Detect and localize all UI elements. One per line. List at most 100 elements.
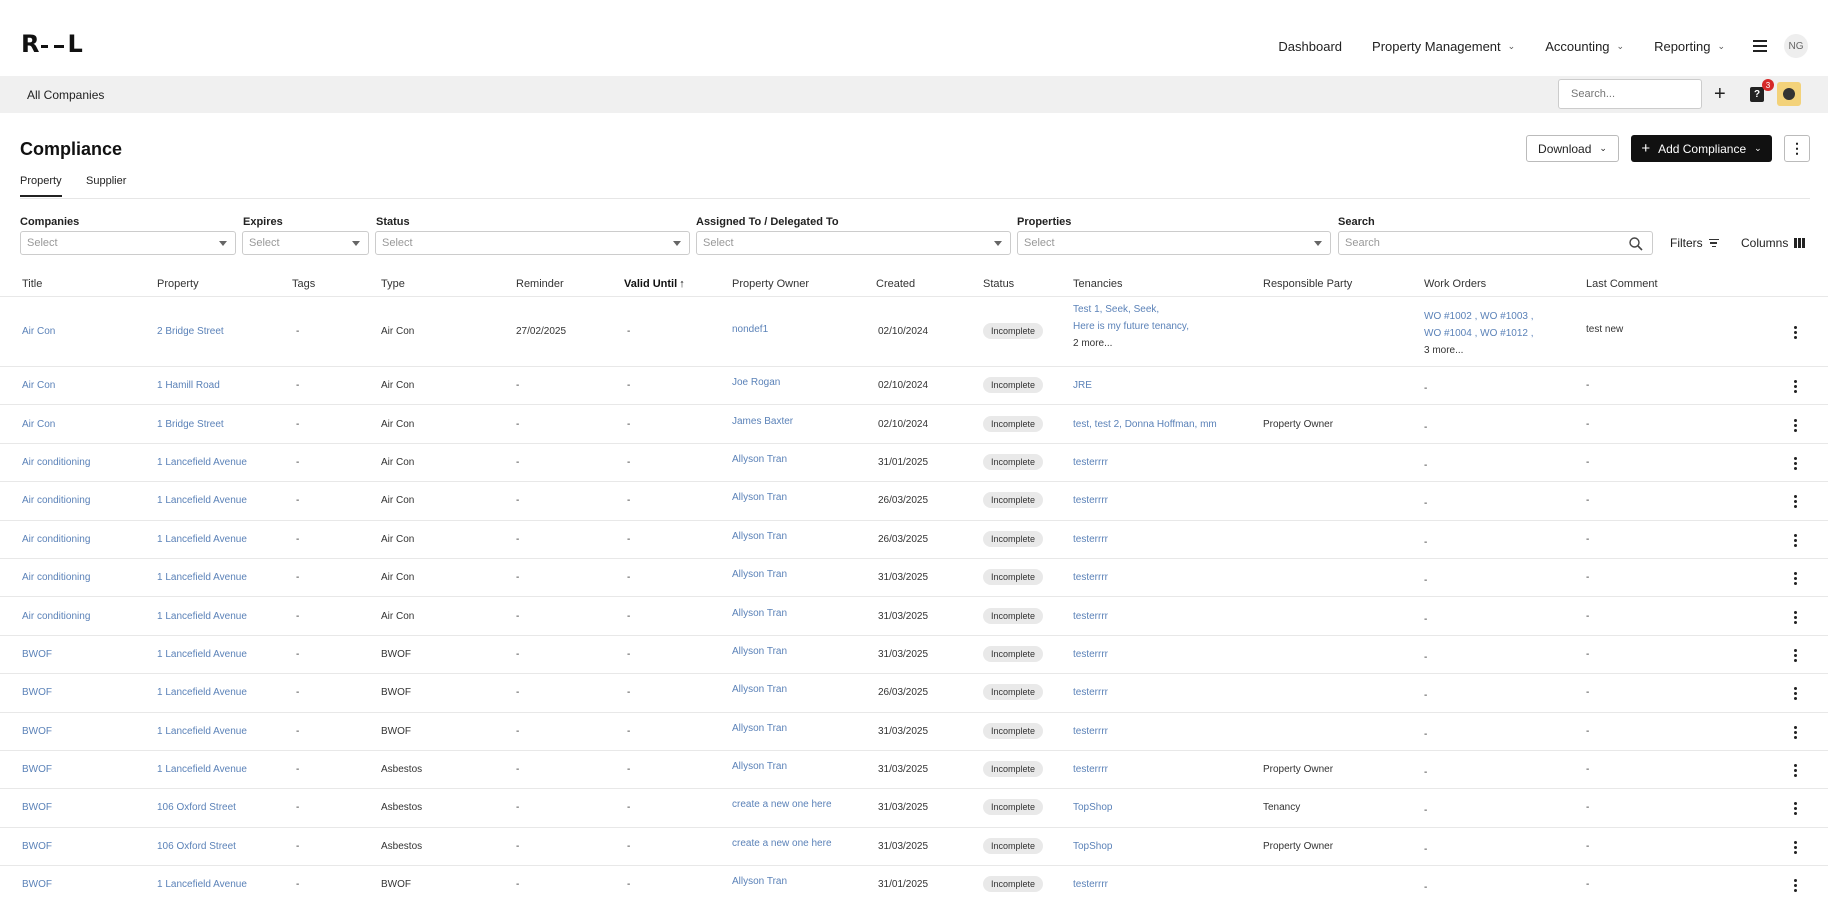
tenancy-link[interactable]: TopShop	[1073, 838, 1112, 855]
table-row[interactable]: Air conditioning 1 Lancefield Avenue - Air …	[0, 442, 1828, 481]
row-actions-kebab-icon[interactable]	[1794, 610, 1797, 624]
tenancy-link[interactable]: testerrrr	[1073, 531, 1108, 548]
cell-property[interactable]: 1 Bridge Street	[157, 419, 224, 430]
col-tags[interactable]: Tags	[292, 278, 315, 290]
row-actions-kebab-icon[interactable]	[1794, 533, 1797, 547]
tenancy-link[interactable]: testerrrr	[1073, 646, 1108, 663]
row-actions-kebab-icon[interactable]	[1794, 495, 1797, 509]
row-actions-kebab-icon[interactable]	[1794, 456, 1797, 470]
nav-reporting[interactable]: Reporting ⌄	[1654, 39, 1725, 54]
more-options-button[interactable]: ⋮	[1784, 135, 1810, 162]
global-search-input[interactable]	[1558, 79, 1702, 109]
col-tenancies[interactable]: Tenancies	[1073, 278, 1123, 290]
cell-title[interactable]: BWOF	[22, 726, 52, 737]
columns-button[interactable]: Columns	[1741, 236, 1805, 250]
cell-property-owner[interactable]: Allyson Tran	[732, 646, 787, 657]
tenancy-link[interactable]: testerrrr	[1073, 684, 1108, 701]
tenancy-link[interactable]: testerrrr	[1073, 876, 1108, 893]
cell-property[interactable]: 1 Lancefield Avenue	[157, 572, 247, 583]
work-order-link[interactable]: WO #1004 , WO #1012 ,	[1424, 325, 1534, 342]
col-valid-until[interactable]: Valid Until ↑	[624, 278, 685, 290]
col-responsible-party[interactable]: Responsible Party	[1263, 278, 1352, 290]
assigned-filter-select[interactable]: Select	[696, 231, 1011, 255]
tab-supplier[interactable]: Supplier	[86, 175, 126, 195]
tab-property[interactable]: Property	[20, 175, 62, 197]
cell-property[interactable]: 106 Oxford Street	[157, 802, 236, 813]
tenancy-link[interactable]: Test 1, Seek, Seek,	[1073, 301, 1189, 318]
table-row[interactable]: BWOF 1 Lancefield Avenue - BWOF - - 31/03/2025…	[0, 711, 1828, 750]
cell-title[interactable]: BWOF	[22, 841, 52, 852]
user-avatar[interactable]: NG	[1784, 34, 1808, 58]
cell-title[interactable]: Air conditioning	[22, 457, 90, 468]
tenancy-link[interactable]: testerrrr	[1073, 569, 1108, 586]
col-created[interactable]: Created	[876, 278, 915, 290]
cell-property-owner[interactable]: create a new one here	[732, 799, 832, 810]
row-actions-kebab-icon[interactable]	[1794, 725, 1797, 739]
row-actions-kebab-icon[interactable]	[1794, 380, 1797, 394]
filters-button[interactable]: Filters	[1670, 236, 1719, 250]
row-actions-kebab-icon[interactable]	[1794, 326, 1797, 339]
cell-property-owner[interactable]: Allyson Tran	[732, 761, 787, 772]
table-row[interactable]: BWOF 106 Oxford Street - Asbestos - - 31/03/20…	[0, 788, 1828, 826]
tenancy-link[interactable]: testerrrr	[1073, 454, 1108, 471]
cell-property-owner[interactable]: nondef1	[732, 324, 768, 335]
help-icon[interactable]: ?	[1750, 87, 1764, 102]
cell-property[interactable]: 1 Lancefield Avenue	[157, 726, 247, 737]
nav-property-management[interactable]: Property Management ⌄	[1372, 39, 1515, 54]
row-actions-kebab-icon[interactable]	[1794, 764, 1797, 778]
table-row[interactable]: BWOF 1 Lancefield Avenue - BWOF - - 26/03/2025…	[0, 673, 1828, 711]
cell-title[interactable]: BWOF	[22, 687, 52, 698]
cell-title[interactable]: Air conditioning	[22, 495, 90, 506]
row-actions-kebab-icon[interactable]	[1794, 648, 1797, 662]
col-property[interactable]: Property	[157, 278, 199, 290]
company-selector[interactable]: All Companies	[27, 88, 104, 102]
cell-property[interactable]: 1 Lancefield Avenue	[157, 495, 247, 506]
table-row[interactable]: Air conditioning 1 Lancefield Avenue - Air …	[0, 596, 1828, 634]
cell-title[interactable]: Air conditioning	[22, 572, 90, 583]
profile-icon[interactable]	[1777, 82, 1801, 106]
col-title[interactable]: Title	[22, 278, 42, 290]
cell-property-owner[interactable]: Allyson Tran	[732, 569, 787, 580]
row-actions-kebab-icon[interactable]	[1794, 840, 1797, 854]
tenancy-link[interactable]: test, test 2, Donna Hoffman, mm	[1073, 416, 1217, 433]
cell-title[interactable]: BWOF	[22, 879, 52, 890]
row-actions-kebab-icon[interactable]	[1794, 802, 1797, 816]
nav-dashboard[interactable]: Dashboard	[1278, 39, 1342, 54]
cell-property-owner[interactable]: Allyson Tran	[732, 492, 787, 503]
cell-property[interactable]: 1 Lancefield Avenue	[157, 534, 247, 545]
tenancy-link[interactable]: testerrrr	[1073, 608, 1108, 625]
cell-property[interactable]: 1 Lancefield Avenue	[157, 649, 247, 660]
table-row[interactable]: Air conditioning 1 Lancefield Avenue - Air …	[0, 481, 1828, 519]
nav-accounting[interactable]: Accounting ⌄	[1545, 39, 1624, 54]
cell-property-owner[interactable]: Allyson Tran	[732, 531, 787, 542]
tenancy-link[interactable]: Here is my future tenancy,	[1073, 318, 1189, 335]
tenancy-link[interactable]: TopShop	[1073, 799, 1112, 816]
table-row[interactable]: Air Con 2 Bridge Street - Air Con 27/02/2025…	[0, 296, 1828, 366]
col-reminder[interactable]: Reminder	[516, 278, 564, 290]
col-last-comment[interactable]: Last Comment	[1586, 278, 1658, 290]
expires-filter-select[interactable]: Select	[242, 231, 369, 255]
cell-title[interactable]: BWOF	[22, 802, 52, 813]
row-actions-kebab-icon[interactable]	[1794, 879, 1797, 893]
table-row[interactable]: BWOF 1 Lancefield Avenue - BWOF - - 31/03/2025…	[0, 634, 1828, 673]
show-more-link[interactable]: 3 more...	[1424, 342, 1534, 359]
table-search-input[interactable]: Search	[1338, 231, 1653, 255]
table-row[interactable]: Air conditioning 1 Lancefield Avenue - Air …	[0, 519, 1828, 558]
col-work-orders[interactable]: Work Orders	[1424, 278, 1486, 290]
cell-property-owner[interactable]: Allyson Tran	[732, 454, 787, 465]
cell-property-owner[interactable]: Allyson Tran	[732, 876, 787, 887]
hamburger-menu-icon[interactable]	[1753, 40, 1767, 52]
quick-add-plus-icon[interactable]: +	[1714, 82, 1726, 106]
tenancy-link[interactable]: testerrrr	[1073, 761, 1108, 778]
col-property-owner[interactable]: Property Owner	[732, 278, 809, 290]
col-status[interactable]: Status	[983, 278, 1014, 290]
tenancy-link[interactable]: JRE	[1073, 377, 1092, 394]
table-row[interactable]: Air Con 1 Hamill Road - Air Con - - 02/10/2024…	[0, 366, 1828, 404]
companies-filter-select[interactable]: Select	[20, 231, 236, 255]
cell-title[interactable]: Air conditioning	[22, 534, 90, 545]
col-type[interactable]: Type	[381, 278, 405, 290]
cell-property-owner[interactable]: Allyson Tran	[732, 684, 787, 695]
cell-title[interactable]: Air Con	[22, 419, 55, 430]
table-row[interactable]: Air conditioning 1 Lancefield Avenue - Air …	[0, 557, 1828, 596]
cell-property-owner[interactable]: Allyson Tran	[732, 608, 787, 619]
